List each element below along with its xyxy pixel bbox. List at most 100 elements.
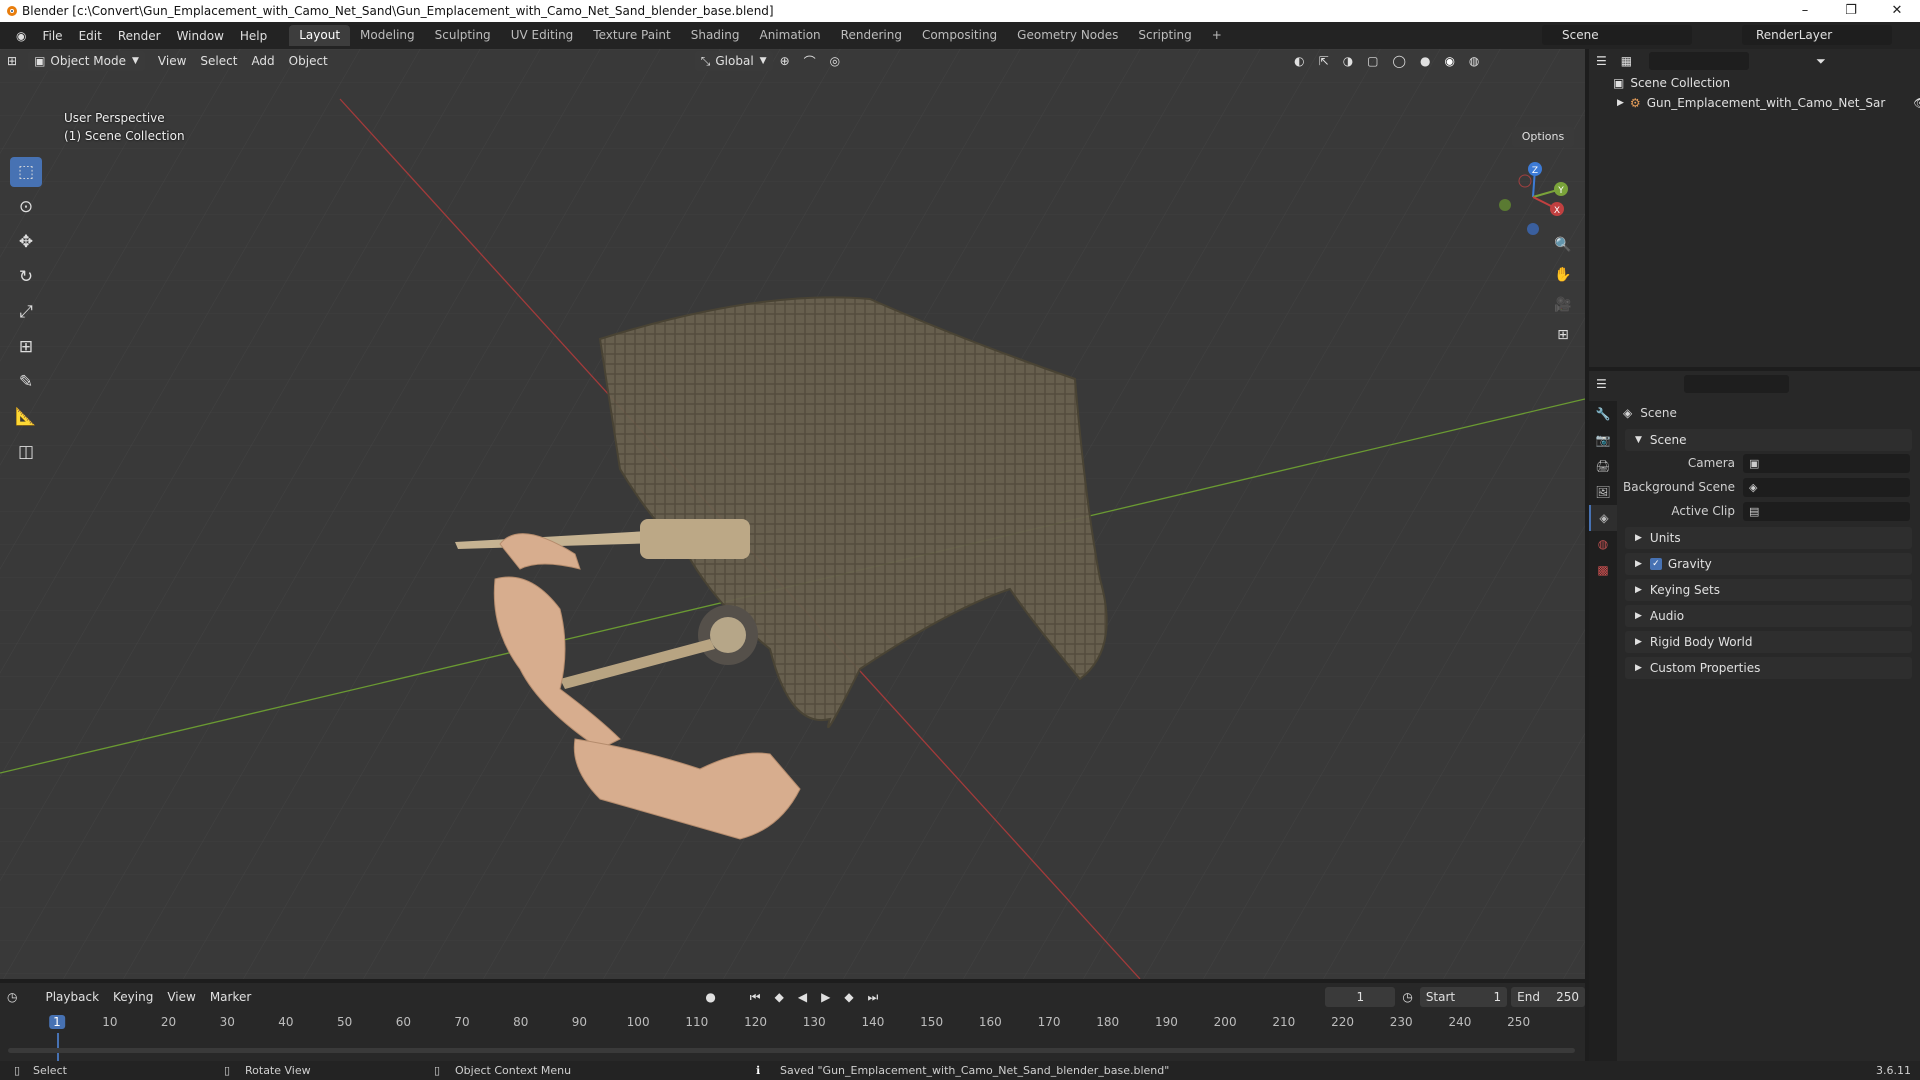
jump-start-icon[interactable]: ⏮ bbox=[743, 990, 768, 1005]
solid-shading-icon[interactable]: ● bbox=[1413, 54, 1437, 68]
minimize-button[interactable]: – bbox=[1782, 0, 1828, 22]
panel-rigid-body-header[interactable]: ▶ Rigid Body World bbox=[1625, 631, 1912, 653]
tab-texture-paint[interactable]: Texture Paint bbox=[583, 25, 680, 46]
tab-layout[interactable]: Layout bbox=[289, 25, 351, 46]
tab-animation[interactable]: Animation bbox=[749, 25, 830, 46]
perspective-toggle-icon[interactable]: ⊞ bbox=[1550, 322, 1576, 348]
tab-uv-editing[interactable]: UV Editing bbox=[501, 25, 584, 46]
world-tab-icon[interactable]: ◍ bbox=[1589, 531, 1617, 557]
annotate-tool-icon[interactable]: ✎ bbox=[10, 367, 42, 397]
pan-hand-icon[interactable]: ✋ bbox=[1550, 262, 1576, 288]
prev-keyframe-icon[interactable]: ◆ bbox=[768, 990, 791, 1004]
outliner-row-scene-collection[interactable]: ▣ Scene Collection bbox=[1589, 73, 1920, 93]
next-keyframe-icon[interactable]: ◆ bbox=[837, 990, 860, 1004]
menu-keying[interactable]: Keying bbox=[106, 990, 160, 1004]
scale-tool-icon[interactable]: ⤢ bbox=[10, 297, 42, 327]
menu-view[interactable]: View bbox=[160, 990, 202, 1004]
expand-chevron-icon[interactable]: ▶ bbox=[1617, 98, 1624, 108]
material-shading-icon[interactable]: ◉ bbox=[1437, 54, 1461, 68]
outliner-row-object[interactable]: ▶ ⚙ Gun_Emplacement_with_Camo_Net_Sar 👁 … bbox=[1589, 93, 1920, 113]
eye-icon[interactable]: 👁 bbox=[1913, 96, 1920, 110]
menu-help[interactable]: Help bbox=[232, 29, 275, 43]
wireframe-shading-icon[interactable]: ◯ bbox=[1386, 54, 1413, 68]
panel-units-header[interactable]: ▶ Units bbox=[1625, 527, 1912, 549]
menu-render[interactable]: Render bbox=[110, 29, 169, 43]
filter-icon[interactable]: ⏷ bbox=[1809, 54, 1833, 69]
transform-orientation-dropdown[interactable]: ⤡ Global ▼ bbox=[694, 51, 773, 71]
editor-type-icon[interactable]: ⊞ bbox=[0, 54, 24, 68]
move-tool-icon[interactable]: ✥ bbox=[10, 227, 42, 257]
zoom-icon[interactable]: 🔍 bbox=[1550, 232, 1576, 258]
jump-end-icon[interactable]: ⏭ bbox=[861, 990, 886, 1005]
panel-audio-header[interactable]: ▶ Audio bbox=[1625, 605, 1912, 627]
editor-type-icon[interactable]: ☰ bbox=[1589, 377, 1614, 391]
tab-shading[interactable]: Shading bbox=[681, 25, 750, 46]
gravity-checkbox[interactable]: ✓ bbox=[1649, 558, 1662, 570]
rotate-tool-icon[interactable]: ↻ bbox=[10, 262, 42, 292]
tool-tab-icon[interactable]: 🔧 bbox=[1589, 401, 1617, 427]
scene-tab-icon[interactable]: ◈ bbox=[1589, 505, 1617, 531]
texture-tab-icon[interactable]: ▩ bbox=[1589, 557, 1617, 583]
properties-search-input[interactable] bbox=[1683, 375, 1789, 393]
panel-custom-properties-header[interactable]: ▶ Custom Properties bbox=[1625, 657, 1912, 679]
gizmo-toggle-icon[interactable]: ⇱ bbox=[1312, 54, 1336, 68]
select-box-tool-icon[interactable]: ⬚ bbox=[10, 157, 42, 187]
menu-view[interactable]: View bbox=[151, 54, 193, 68]
tab-sculpting[interactable]: Sculpting bbox=[425, 25, 501, 46]
xray-icon[interactable]: ▢ bbox=[1360, 54, 1385, 68]
menu-add[interactable]: Add bbox=[244, 54, 281, 68]
outliner-search-input[interactable] bbox=[1649, 52, 1750, 70]
add-cube-tool-icon[interactable]: ◫ bbox=[10, 437, 42, 467]
panel-keying-sets-header[interactable]: ▶ Keying Sets bbox=[1625, 579, 1912, 601]
editor-type-icon[interactable]: ☰ bbox=[1589, 54, 1614, 68]
active-clip-field[interactable]: ▤ bbox=[1743, 501, 1910, 521]
overlay-toggle-icon[interactable]: ◑ bbox=[1336, 54, 1360, 68]
camera-field[interactable]: ▣ bbox=[1743, 453, 1910, 473]
close-window-button[interactable]: ✕ bbox=[1874, 0, 1920, 22]
menu-window[interactable]: Window bbox=[169, 29, 232, 43]
clock-icon[interactable]: ◷ bbox=[1395, 990, 1419, 1004]
view-layer-tab-icon[interactable]: 🖼 bbox=[1589, 479, 1617, 505]
proportional-edit-icon[interactable]: ◎ bbox=[823, 54, 847, 68]
tab-geometry-nodes[interactable]: Geometry Nodes bbox=[1007, 25, 1128, 46]
panel-gravity-header[interactable]: ▶ ✓ Gravity bbox=[1625, 553, 1912, 575]
renderlayer-selector[interactable]: RenderLayer bbox=[1742, 25, 1892, 45]
play-icon[interactable]: ▶ bbox=[814, 990, 837, 1004]
render-tab-icon[interactable]: 📷 bbox=[1589, 427, 1617, 453]
menu-select[interactable]: Select bbox=[193, 54, 244, 68]
menu-object[interactable]: Object bbox=[282, 54, 335, 68]
camera-view-icon[interactable]: 🎥 bbox=[1550, 292, 1576, 318]
play-reverse-icon[interactable]: ◀ bbox=[791, 990, 814, 1004]
3d-viewport[interactable]: ⊞ ▣ Object Mode ▼ View Select Add Object… bbox=[0, 49, 1585, 979]
options-button[interactable]: Options bbox=[1512, 127, 1574, 147]
output-tab-icon[interactable]: 🖨 bbox=[1589, 453, 1617, 479]
display-mode-icon[interactable]: ▦ bbox=[1614, 54, 1639, 68]
transform-tool-icon[interactable]: ⊞ bbox=[10, 332, 42, 362]
menu-file[interactable]: File bbox=[34, 29, 70, 43]
timeline-scrollbar[interactable] bbox=[8, 1048, 1575, 1053]
frame-ruler[interactable]: 1 10 20 30 40 50 60 70 80 90 100 110 120 130 140 150 160… bbox=[0, 1011, 1585, 1061]
tab-rendering[interactable]: Rendering bbox=[831, 25, 912, 46]
playhead[interactable] bbox=[57, 1033, 59, 1061]
start-frame-field[interactable]: Start 1 bbox=[1419, 987, 1508, 1007]
background-scene-field[interactable]: ◈ bbox=[1743, 477, 1910, 497]
navigation-gizmo[interactable]: Z Y X bbox=[1493, 157, 1573, 237]
add-workspace-button[interactable]: + bbox=[1202, 25, 1232, 46]
scene-selector[interactable]: Scene bbox=[1542, 25, 1692, 45]
panel-scene-header[interactable]: ▼ Scene bbox=[1625, 429, 1912, 451]
menu-marker[interactable]: Marker bbox=[203, 990, 258, 1004]
measure-tool-icon[interactable]: 📐 bbox=[10, 402, 42, 432]
tab-modeling[interactable]: Modeling bbox=[350, 25, 425, 46]
cursor-tool-icon[interactable]: ⊙ bbox=[10, 192, 42, 222]
editor-type-icon[interactable]: ◷ bbox=[0, 990, 24, 1004]
tab-scripting[interactable]: Scripting bbox=[1128, 25, 1201, 46]
snap-icon[interactable]: ⌒ bbox=[797, 53, 823, 70]
blender-menu-icon[interactable]: ◉ bbox=[8, 29, 34, 43]
maximize-button[interactable]: ❐ bbox=[1828, 0, 1874, 22]
record-icon[interactable]: ● bbox=[698, 990, 722, 1004]
menu-playback[interactable]: Playback bbox=[38, 990, 106, 1004]
object-mode-dropdown[interactable]: ▣ Object Mode ▼ bbox=[28, 51, 145, 71]
menu-edit[interactable]: Edit bbox=[71, 29, 110, 43]
end-frame-field[interactable]: End 250 bbox=[1511, 987, 1585, 1007]
current-frame-field[interactable]: 1 bbox=[1325, 987, 1396, 1007]
